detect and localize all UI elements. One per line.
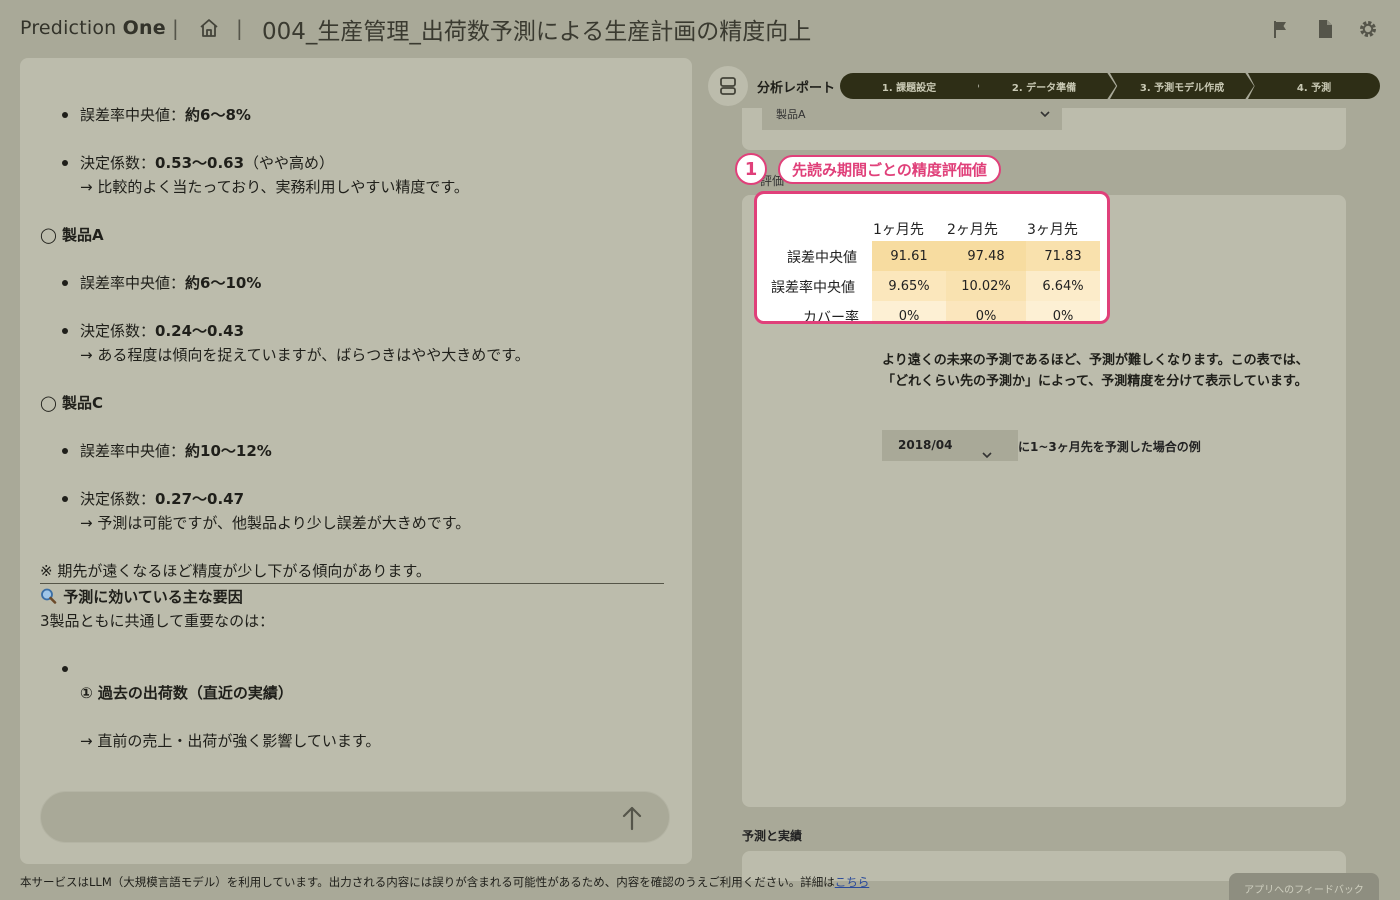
date-select-value: 2018/04: [898, 438, 953, 452]
row-header: 誤差中央値: [787, 250, 857, 266]
table-cell: 0%: [872, 301, 946, 321]
product-heading: ◯ 製品A: [40, 226, 104, 244]
bullet: [62, 448, 68, 454]
project-title: 004_生産管理_出荷数予測による生産計画の精度向上: [262, 19, 812, 45]
arrow-up-icon[interactable]: [619, 804, 645, 832]
chevron-down-icon: [1040, 109, 1050, 123]
divider: [40, 583, 664, 584]
flag-icon[interactable]: [1270, 18, 1292, 40]
list-item: 決定係数：0.27～0.47: [80, 490, 245, 508]
step-tab-1[interactable]: 1. 課題設定: [840, 73, 978, 99]
table-cell: 97.48: [946, 241, 1026, 271]
list-item: 決定係数：0.53～0.63（やや高め）: [80, 154, 335, 172]
step-tab-2[interactable]: 2. データ準備: [972, 73, 1116, 99]
magnifier-icon: [40, 588, 58, 604]
row-header: 誤差率中央値: [771, 280, 855, 296]
table-cell: 9.65%: [872, 271, 946, 301]
column-header: 2ヶ月先: [947, 222, 998, 238]
table-description: より遠くの未来の予測であるほど、予測が難しくなります。この表では、「どれくらい先…: [882, 353, 1309, 389]
table-cell: 0%: [946, 301, 1026, 321]
bullet: [62, 328, 68, 334]
date-note: に1~3ヶ月先を予測した場合の例: [1018, 440, 1201, 454]
brand-text: Prediction: [20, 17, 123, 39]
list-item: 決定係数：0.24～0.43: [80, 322, 245, 340]
column-header: 1ヶ月先: [873, 222, 924, 238]
table-cell: 91.61: [872, 241, 946, 271]
feedback-button[interactable]: アプリへのフィードバック: [1229, 873, 1379, 900]
gear-icon[interactable]: [1357, 18, 1379, 40]
bullet: [62, 112, 68, 118]
list-item-note: → 比較的よく当たっており、実務利用しやすい精度です。: [80, 178, 469, 196]
annotation-number: 1: [735, 153, 767, 185]
factor-description: → 直前の売上・出荷が強く影響しています。: [80, 732, 381, 750]
footer-disclaimer: 本サービスはLLM（大規模言語モデル）を利用しています。出力される内容には誤りが…: [20, 875, 870, 889]
list-item-note: → 予測は可能ですが、他製品より少し誤差が大きめです。: [80, 514, 471, 532]
date-select[interactable]: 2018/04: [882, 430, 1018, 461]
list-item-note: → ある程度は傾向を捉えていますが、ばらつきはやや大きめです。: [80, 346, 530, 364]
header-separator: |: [172, 16, 179, 40]
chat-panel: 誤差率中央値：約6～8% 決定係数：0.53～0.63（やや高め） → 比較的よ…: [20, 58, 692, 864]
section-label: 予測と実績: [742, 829, 803, 843]
list-item: 誤差率中央値：約10～12%: [80, 442, 272, 460]
chat-input[interactable]: [40, 791, 670, 843]
list-item: 誤差率中央値：約6～8%: [80, 106, 251, 124]
home-icon[interactable]: [197, 16, 221, 40]
robot-icon[interactable]: [708, 66, 748, 106]
column-header: 3ヶ月先: [1027, 222, 1078, 238]
bullet: [62, 666, 68, 672]
header-separator: |: [236, 16, 243, 40]
product-heading: ◯ 製品C: [40, 394, 104, 412]
bullet: [62, 160, 68, 166]
chat-note: ※ 期先が遠くなるほど精度が少し下がる傾向があります。: [40, 562, 431, 580]
step-tab-4[interactable]: 4. 予測: [1248, 73, 1380, 99]
accuracy-table: 1ヶ月先 2ヶ月先 3ヶ月先 誤差中央値 誤差率中央値 カバー率 91.61 9…: [754, 191, 1110, 324]
report-title: 分析レポート: [757, 81, 836, 96]
row-header: カバー率: [803, 310, 859, 324]
table-cell: 71.83: [1026, 241, 1100, 271]
bullet: [62, 496, 68, 502]
section-heading: 予測に効いている主な要因: [40, 586, 243, 607]
brand-text-bold: One: [122, 17, 166, 39]
annotation-label: 先読み期間ごとの精度評価値: [778, 155, 1001, 184]
table-cell: 0%: [1026, 301, 1100, 321]
table-cell: 6.64%: [1026, 271, 1100, 301]
bullet: [62, 280, 68, 286]
list-item: 誤差率中央値：約6～10%: [80, 274, 262, 292]
product-select[interactable]: 製品A: [762, 108, 1062, 130]
table-cell: 10.02%: [946, 271, 1026, 301]
footer-link[interactable]: こちら: [835, 875, 870, 889]
document-icon[interactable]: [1314, 18, 1336, 40]
app-header: Prediction One | | 004_生産管理_出荷数予測による生産計画…: [0, 0, 1400, 58]
chevron-down-icon: [982, 441, 992, 459]
factor-item: ① 過去の出荷数（直近の実績）: [80, 684, 293, 702]
product-select-value: 製品A: [776, 108, 806, 121]
step-tab-3[interactable]: 3. 予測モデル作成: [1110, 73, 1254, 99]
section-intro: 3製品ともに共通して重要なのは：: [40, 612, 275, 630]
app-logo[interactable]: Prediction One: [20, 17, 166, 39]
